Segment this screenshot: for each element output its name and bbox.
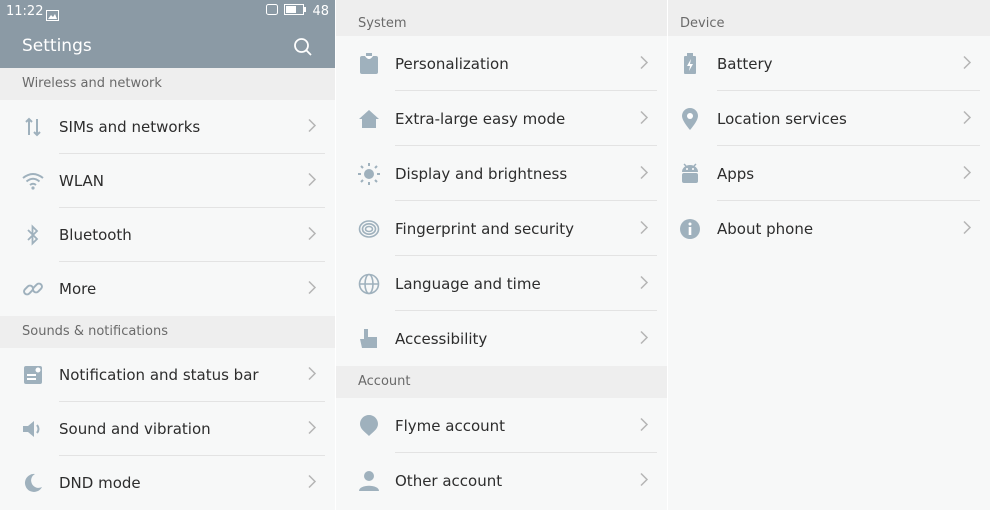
settings-item-label: Language and time xyxy=(395,274,541,293)
settings-item-accessibility[interactable]: Accessibility xyxy=(336,311,667,366)
section-header: Device xyxy=(668,0,990,36)
location-pin-icon xyxy=(678,107,702,131)
settings-item-label: Personalization xyxy=(395,54,509,73)
chevron-right-icon xyxy=(963,54,972,73)
chevron-right-icon xyxy=(640,274,649,293)
link-icon xyxy=(21,277,45,301)
chevron-right-icon xyxy=(640,471,649,490)
status-time: 11:22 xyxy=(6,4,44,19)
settings-item-sims-networks[interactable]: SIMs and networks xyxy=(0,100,335,154)
settings-item-label: WLAN xyxy=(59,172,105,190)
fingerprint-icon xyxy=(357,217,381,241)
app-header: Settings xyxy=(0,25,335,68)
settings-item-extra-large-easy-mode[interactable]: Extra-large easy mode xyxy=(336,91,667,146)
chevron-right-icon xyxy=(640,416,649,435)
person-icon xyxy=(357,469,381,493)
chevron-right-icon xyxy=(308,172,317,191)
settings-item-battery[interactable]: Battery xyxy=(668,36,990,91)
bluetooth-icon xyxy=(21,223,45,247)
settings-item-sound-vibration[interactable]: Sound and vibration xyxy=(0,402,335,456)
search-icon[interactable] xyxy=(293,37,313,61)
moon-icon xyxy=(21,471,45,495)
chevron-right-icon xyxy=(640,164,649,183)
chevron-right-icon xyxy=(308,420,317,439)
settings-item-label: Flyme account xyxy=(395,416,506,435)
settings-item-more[interactable]: More xyxy=(0,262,335,316)
chevron-right-icon xyxy=(640,54,649,73)
speaker-icon xyxy=(21,417,45,441)
settings-item-label: Apps xyxy=(717,164,755,183)
notification-icon xyxy=(21,363,45,387)
settings-item-label: SIMs and networks xyxy=(59,118,201,136)
chevron-right-icon xyxy=(308,280,317,299)
settings-item-label: Bluetooth xyxy=(59,226,132,244)
settings-item-flyme-account[interactable]: Flyme account xyxy=(336,398,667,453)
chevron-right-icon xyxy=(963,109,972,128)
settings-item-label: Location services xyxy=(717,109,847,128)
wifi-icon xyxy=(21,169,45,193)
chevron-right-icon xyxy=(308,118,317,137)
chevron-right-icon xyxy=(640,329,649,348)
settings-item-notification-status-bar[interactable]: Notification and status bar xyxy=(0,348,335,402)
chevron-right-icon xyxy=(640,219,649,238)
settings-item-label: Extra-large easy mode xyxy=(395,109,566,128)
android-icon xyxy=(678,162,702,186)
home-icon xyxy=(357,107,381,131)
settings-item-language-time[interactable]: Language and time xyxy=(336,256,667,311)
chevron-right-icon xyxy=(640,109,649,128)
settings-panel-right: Device Battery Location services Apps Ab… xyxy=(668,0,990,510)
section-header: Sounds & notifications xyxy=(0,316,335,348)
hand-icon xyxy=(357,327,381,351)
chevron-right-icon xyxy=(963,164,972,183)
settings-panel-left: 11:22 48 Settings Wireless and network S… xyxy=(0,0,335,510)
settings-item-fingerprint-security[interactable]: Fingerprint and security xyxy=(336,201,667,256)
settings-item-label: Battery xyxy=(717,54,773,73)
settings-item-location-services[interactable]: Location services xyxy=(668,91,990,146)
settings-item-label: Notification and status bar xyxy=(59,366,259,384)
screen-icon xyxy=(266,4,279,19)
section-header: Wireless and network xyxy=(0,68,335,100)
settings-item-label: DND mode xyxy=(59,474,141,492)
settings-item-label: Display and brightness xyxy=(395,164,568,183)
settings-item-label: Sound and vibration xyxy=(59,420,211,438)
chevron-right-icon xyxy=(308,366,317,385)
settings-item-dnd-mode[interactable]: DND mode xyxy=(0,456,335,510)
sim-networks-icon xyxy=(21,115,45,139)
settings-item-apps[interactable]: Apps xyxy=(668,146,990,201)
settings-item-label: Accessibility xyxy=(395,329,488,348)
section-header: System xyxy=(336,0,667,36)
settings-panel-middle: System Personalization Extra-large easy … xyxy=(336,0,667,510)
image-notification-icon xyxy=(46,6,59,25)
settings-item-label: Other account xyxy=(395,471,503,490)
info-icon xyxy=(678,217,702,241)
settings-item-other-account[interactable]: Other account xyxy=(336,453,667,508)
battery-icon xyxy=(678,52,702,76)
globe-icon xyxy=(357,272,381,296)
settings-item-personalization[interactable]: Personalization xyxy=(336,36,667,91)
settings-item-about-phone[interactable]: About phone xyxy=(668,201,990,256)
settings-item-bluetooth[interactable]: Bluetooth xyxy=(0,208,335,262)
sun-icon xyxy=(357,162,381,186)
section-header: Account xyxy=(336,366,667,398)
chevron-right-icon xyxy=(308,226,317,245)
chevron-right-icon xyxy=(963,219,972,238)
balloon-icon xyxy=(357,414,381,438)
settings-item-wlan[interactable]: WLAN xyxy=(0,154,335,208)
settings-item-label: Fingerprint and security xyxy=(395,219,575,238)
settings-item-label: About phone xyxy=(717,219,814,238)
battery-level: 48 xyxy=(312,4,329,19)
status-bar: 11:22 48 xyxy=(0,0,335,25)
settings-item-display-brightness[interactable]: Display and brightness xyxy=(336,146,667,201)
page-title: Settings xyxy=(22,36,92,56)
shirt-icon xyxy=(357,52,381,76)
battery-status-icon xyxy=(284,4,307,19)
settings-item-label: More xyxy=(59,280,97,298)
chevron-right-icon xyxy=(308,474,317,493)
